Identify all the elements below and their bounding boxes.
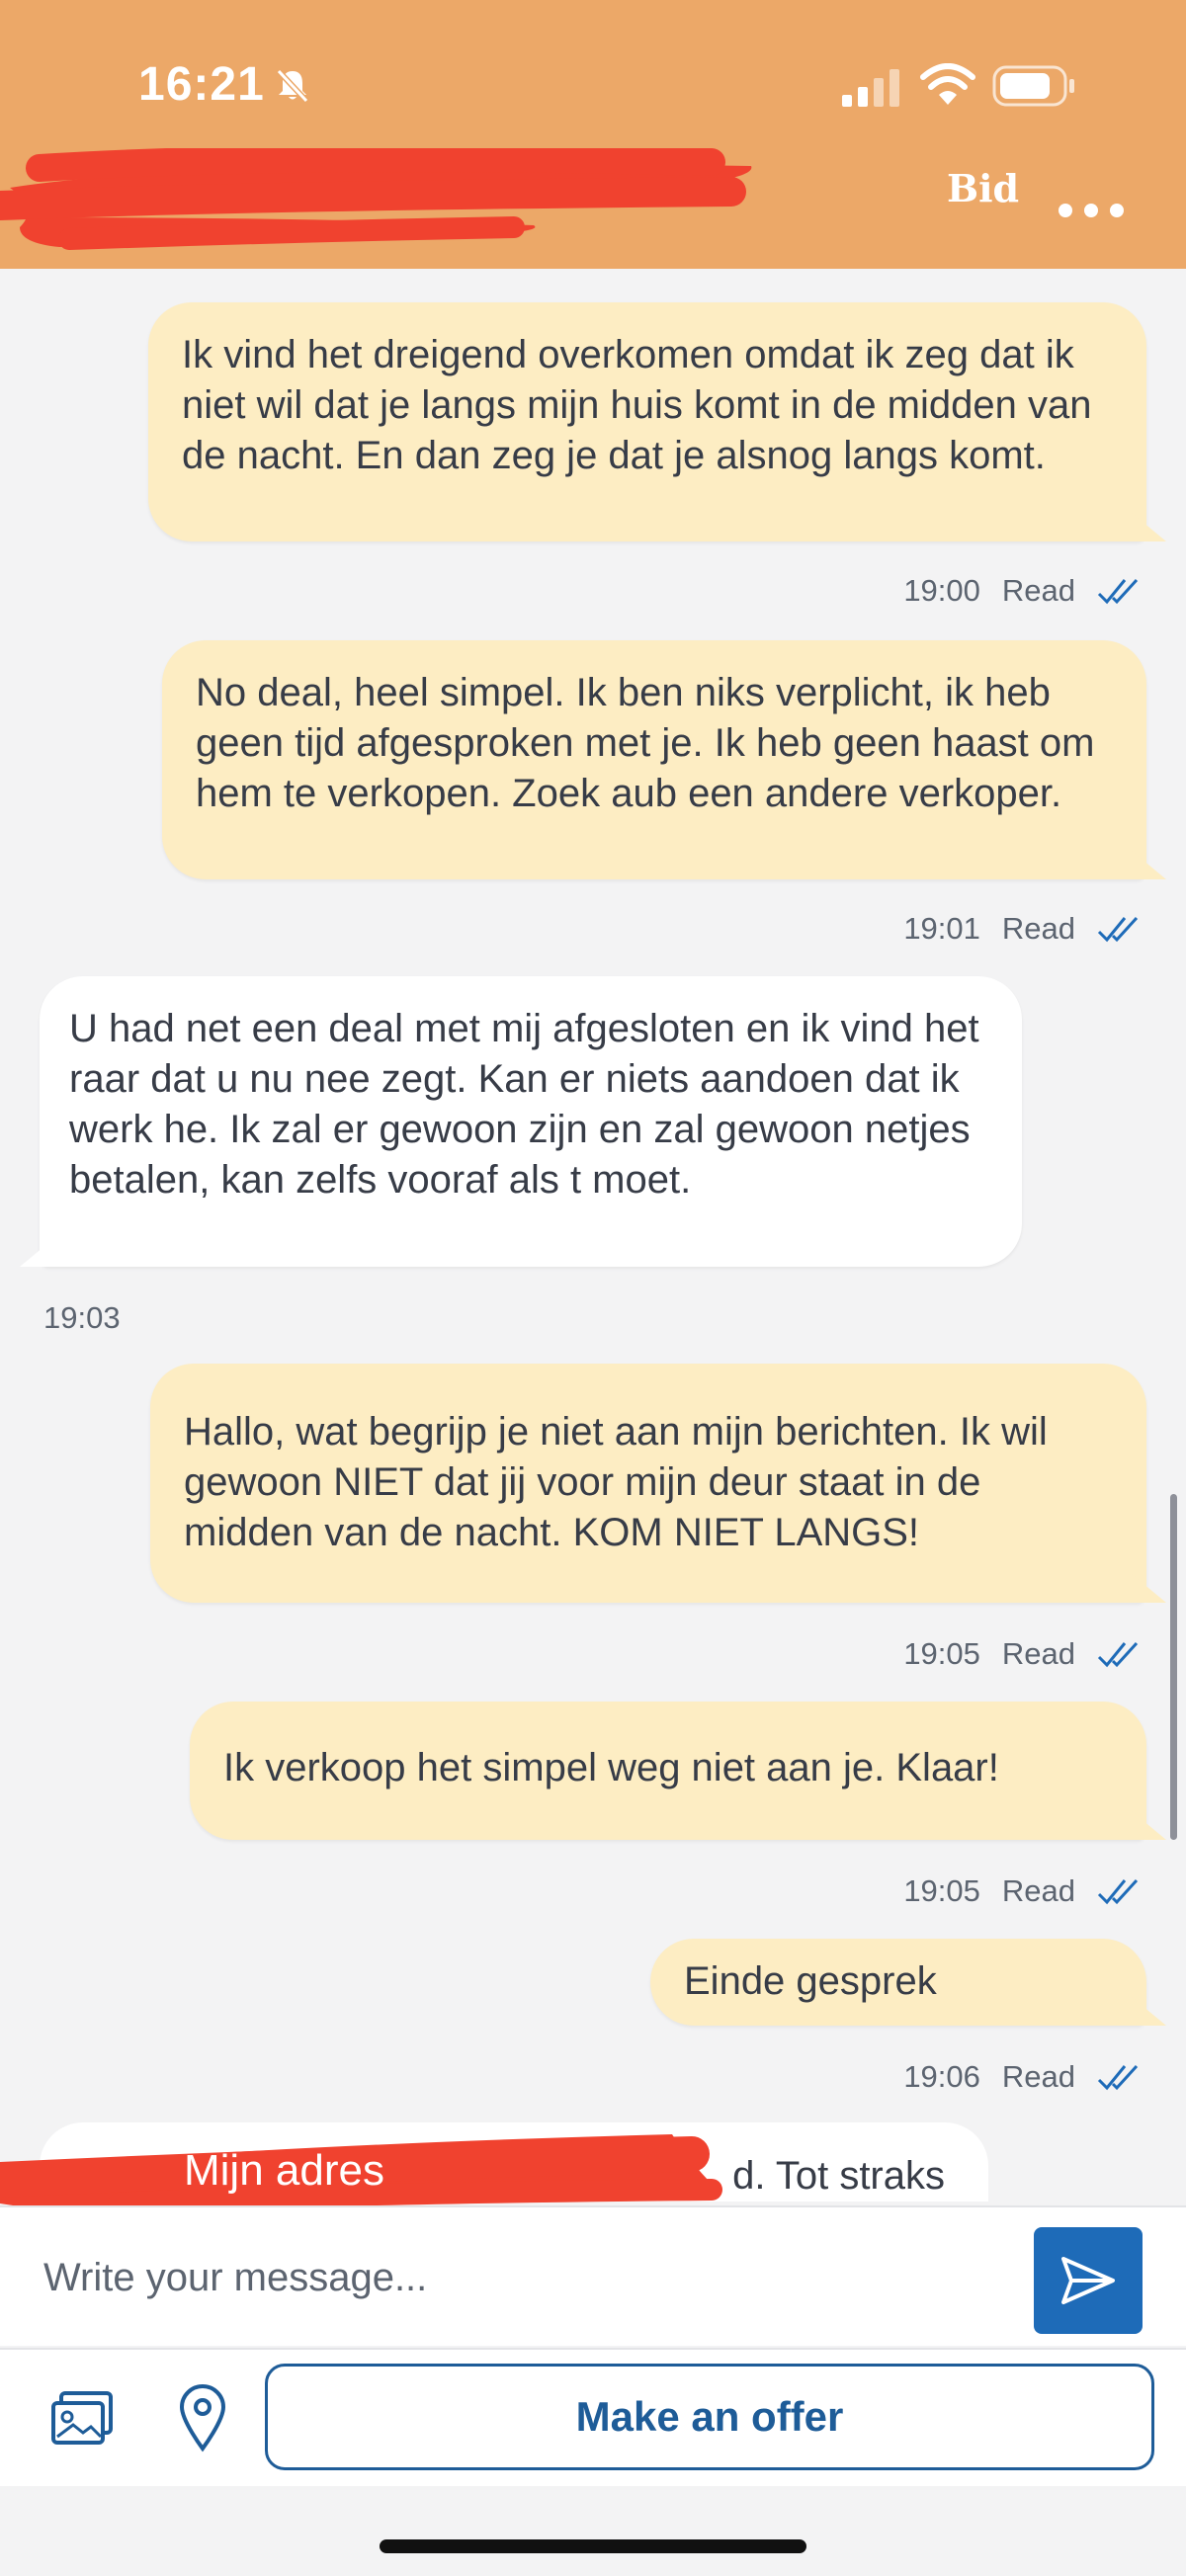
chat-header: 16:21 Bid: [0, 0, 1186, 269]
double-check-icon: [1097, 916, 1139, 943]
location-pin-icon[interactable]: [178, 2383, 227, 2452]
action-bar: Make an offer: [0, 2348, 1186, 2486]
send-icon: [1061, 2257, 1115, 2304]
photo-gallery-icon[interactable]: [49, 2389, 115, 2449]
message-bubble-outgoing: Einde gesprek: [650, 1939, 1146, 2026]
message-time: 19:01: [903, 911, 980, 946]
message-text: Ik verkoop het simpel weg niet aan je. K…: [223, 1746, 999, 1789]
message-meta: 19:05 Read: [903, 1636, 1139, 1672]
message-text: d. Tot straks: [732, 2154, 945, 2198]
bell-off-icon: [276, 68, 309, 104]
message-text: U had net een deal met mij afgesloten en…: [69, 1007, 979, 1202]
read-status: Read: [1001, 1636, 1075, 1671]
message-time: 19:05: [903, 1636, 980, 1671]
message-bubble-outgoing: Ik verkoop het simpel weg niet aan je. K…: [190, 1702, 1146, 1840]
bottom-safe-area: [0, 2486, 1186, 2576]
message-time: 19:00: [903, 573, 980, 608]
message-time: 19:05: [903, 1873, 980, 1908]
double-check-icon: [1097, 1878, 1139, 1905]
home-indicator[interactable]: [380, 2539, 806, 2553]
bid-button[interactable]: Bid: [947, 166, 1019, 210]
message-meta: 19:05 Read: [903, 1873, 1139, 1909]
read-status: Read: [1001, 2059, 1075, 2094]
scrollbar[interactable]: [1170, 1494, 1177, 1840]
message-text: Ik vind het dreigend overkomen omdat ik …: [182, 333, 1092, 477]
message-bubble-outgoing: No deal, heel simpel. Ik ben niks verpli…: [162, 640, 1146, 879]
read-status: Read: [1001, 1873, 1075, 1908]
message-text: Hallo, wat begrijp je niet aan mijn beri…: [184, 1410, 1048, 1554]
read-status: Read: [1001, 573, 1075, 608]
status-time: 16:21: [138, 58, 265, 111]
double-check-icon: [1097, 578, 1139, 605]
double-check-icon: [1097, 2064, 1139, 2091]
message-input[interactable]: [0, 2207, 1008, 2348]
redaction-scribble: [0, 148, 752, 250]
message-bubble-incoming: U had net een deal met mij afgesloten en…: [40, 976, 1022, 1267]
message-text: Einde gesprek: [684, 1959, 937, 2003]
message-time: 19:06: [903, 2059, 980, 2094]
message-composer: [0, 2205, 1186, 2348]
make-offer-button[interactable]: Make an offer: [265, 2364, 1154, 2470]
message-meta: 19:01 Read: [903, 911, 1139, 947]
message-text: No deal, heel simpel. Ik ben niks verpli…: [196, 671, 1095, 815]
send-button[interactable]: [1034, 2227, 1143, 2334]
message-bubble-outgoing: Hallo, wat begrijp je niet aan mijn beri…: [150, 1364, 1146, 1603]
message-time: 19:03: [43, 1300, 121, 1335]
more-dots-icon[interactable]: [1058, 200, 1125, 221]
double-check-icon: [1097, 1641, 1139, 1668]
redaction-label: Mijn adres: [184, 2146, 384, 2195]
message-meta: 19:06 Read: [903, 2059, 1139, 2095]
cellular-signal-icon: [842, 69, 899, 107]
read-status: Read: [1001, 911, 1075, 946]
message-bubble-outgoing: Ik vind het dreigend overkomen omdat ik …: [148, 302, 1146, 541]
wifi-icon: [920, 63, 975, 105]
battery-icon: [992, 65, 1074, 107]
message-meta: 19:00 Read: [903, 573, 1139, 609]
